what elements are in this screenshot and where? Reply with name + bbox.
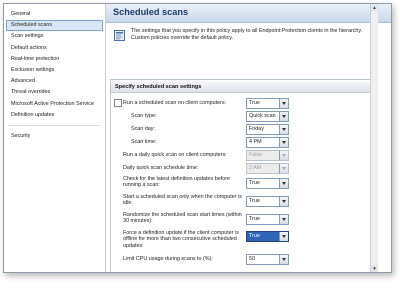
limit-cpu-select[interactable]: 50 (246, 254, 289, 265)
sidebar-item-threat-overrides[interactable]: Threat overrides (4, 87, 105, 98)
chevron-down-icon (282, 167, 286, 170)
select-value: True (249, 198, 260, 204)
select-value: 4 PM (249, 139, 262, 145)
setting-row-daily-quick-scan: Run a daily quick scan on client compute… (111, 150, 373, 161)
select-value: Friday (249, 126, 264, 132)
chevron-down-icon (282, 141, 286, 144)
sidebar-item-active-protection[interactable]: Microsoft Active Protection Service (4, 99, 105, 110)
scroll-up-arrow-icon[interactable]: ▲ (371, 4, 378, 11)
dropdown-button[interactable] (279, 125, 288, 134)
dropdown-button[interactable] (279, 112, 288, 121)
dropdown-button[interactable] (279, 99, 288, 108)
select-value: Quick scan (249, 113, 276, 119)
setting-row-idle-scan: Start a scheduled scan only when the com… (111, 194, 373, 208)
dropdown-button (279, 164, 288, 173)
chevron-down-icon (282, 258, 286, 261)
setting-row-limit-cpu: Limit CPU usage during scans to (%): 50 (111, 254, 373, 265)
sidebar-item-security[interactable]: Security (4, 131, 105, 142)
dropdown-button[interactable] (279, 138, 288, 147)
chevron-down-icon (282, 154, 286, 157)
run-scheduled-scan-select[interactable]: True (246, 98, 289, 109)
setting-label: Run a scheduled scan on client computers… (123, 100, 227, 106)
select-value: 2 AM (249, 165, 262, 171)
sidebar: General Scheduled scans Scan settings De… (4, 4, 106, 272)
setting-row-run-scheduled-scan: Run a scheduled scan on client computers… (111, 98, 373, 109)
run-scheduled-scan-checkbox[interactable] (114, 99, 122, 107)
scroll-down-arrow-icon[interactable]: ▼ (371, 265, 378, 272)
select-value: True (249, 180, 260, 186)
sidebar-item-scheduled-scans[interactable]: Scheduled scans (6, 20, 103, 32)
select-value: False (249, 152, 263, 158)
sidebar-item-default-actions[interactable]: Default actions (4, 43, 105, 54)
dropdown-button (279, 151, 288, 160)
main-panel: Scheduled scans The settings that you sp… (106, 4, 391, 272)
setting-row-check-definitions: Check for the latest definition updates … (111, 176, 373, 190)
setting-label: Force a definition update if the client … (123, 230, 239, 249)
setting-label: Start a scheduled scan only when the com… (123, 194, 242, 207)
dropdown-button[interactable] (279, 179, 288, 188)
chevron-down-icon (282, 128, 286, 131)
randomize-start-select[interactable]: True (246, 214, 289, 225)
dropdown-button[interactable] (279, 255, 288, 264)
setting-label: Daily quick scan schedule time: (123, 165, 199, 171)
chevron-down-icon (282, 235, 286, 238)
select-value: True (249, 216, 260, 222)
force-definition-update-select[interactable]: True (246, 231, 289, 242)
setting-label: Scan day: (131, 126, 155, 132)
setting-label: Randomize the scheduled scan start times… (123, 212, 242, 225)
sidebar-item-scan-settings[interactable]: Scan settings (4, 31, 105, 42)
sidebar-item-definition-updates[interactable]: Definition updates (4, 110, 105, 121)
setting-label: Run a daily quick scan on client compute… (123, 152, 227, 158)
settings-frame: Specify scheduled scan settings Run a sc… (110, 79, 377, 272)
setting-row-daily-quick-scan-time: Daily quick scan schedule time: 2 AM (111, 163, 373, 174)
chevron-down-icon (282, 115, 286, 118)
daily-quick-scan-select: False (246, 150, 289, 161)
setting-row-scan-time: Scan time: 4 PM (111, 137, 373, 148)
select-value: 50 (249, 256, 255, 262)
sidebar-item-advanced[interactable]: Advanced (4, 76, 105, 87)
sidebar-item-exclusion-settings[interactable]: Exclusion settings (4, 65, 105, 76)
chevron-down-icon (282, 200, 286, 203)
setting-row-scan-type: Scan type: Quick scan (111, 111, 373, 122)
dropdown-button[interactable] (279, 197, 288, 206)
page-description: The settings that you specify in this po… (131, 28, 363, 41)
chevron-down-icon (282, 182, 286, 185)
check-definitions-select[interactable]: True (246, 178, 289, 189)
dropdown-button[interactable] (279, 232, 288, 241)
setting-label: Limit CPU usage during scans to (%): (123, 256, 213, 262)
policy-window: General Scheduled scans Scan settings De… (3, 3, 392, 273)
setting-label: Scan time: (131, 139, 157, 145)
setting-row-force-definition-update: Force a definition update if the client … (111, 230, 373, 250)
setting-label: Check for the latest definition updates … (123, 176, 230, 189)
scan-type-select[interactable]: Quick scan (246, 111, 289, 122)
idle-scan-select[interactable]: True (246, 196, 289, 207)
sidebar-item-real-time-protection[interactable]: Real-time protection (4, 54, 105, 65)
setting-row-randomize-start: Randomize the scheduled scan start times… (111, 212, 373, 226)
section-header: Specify scheduled scan settings (111, 82, 376, 93)
chevron-down-icon (282, 218, 286, 221)
chevron-down-icon (282, 102, 286, 105)
page-title: Scheduled scans (113, 7, 189, 17)
setting-label: Scan type: (131, 113, 157, 119)
scan-day-select[interactable]: Friday (246, 124, 289, 135)
select-value: True (249, 100, 260, 106)
daily-quick-scan-time-select: 2 AM (246, 163, 289, 174)
sidebar-divider (8, 124, 101, 126)
sidebar-item-general[interactable]: General (4, 9, 105, 20)
info-settings-icon (114, 28, 125, 41)
setting-row-scan-day: Scan day: Friday (111, 124, 373, 135)
select-value: True (249, 233, 260, 239)
scan-time-select[interactable]: 4 PM (246, 137, 289, 148)
title-bar: Scheduled scans (106, 4, 391, 23)
vertical-scrollbar[interactable]: ▲ ▼ (370, 4, 378, 272)
dropdown-button[interactable] (279, 215, 288, 224)
